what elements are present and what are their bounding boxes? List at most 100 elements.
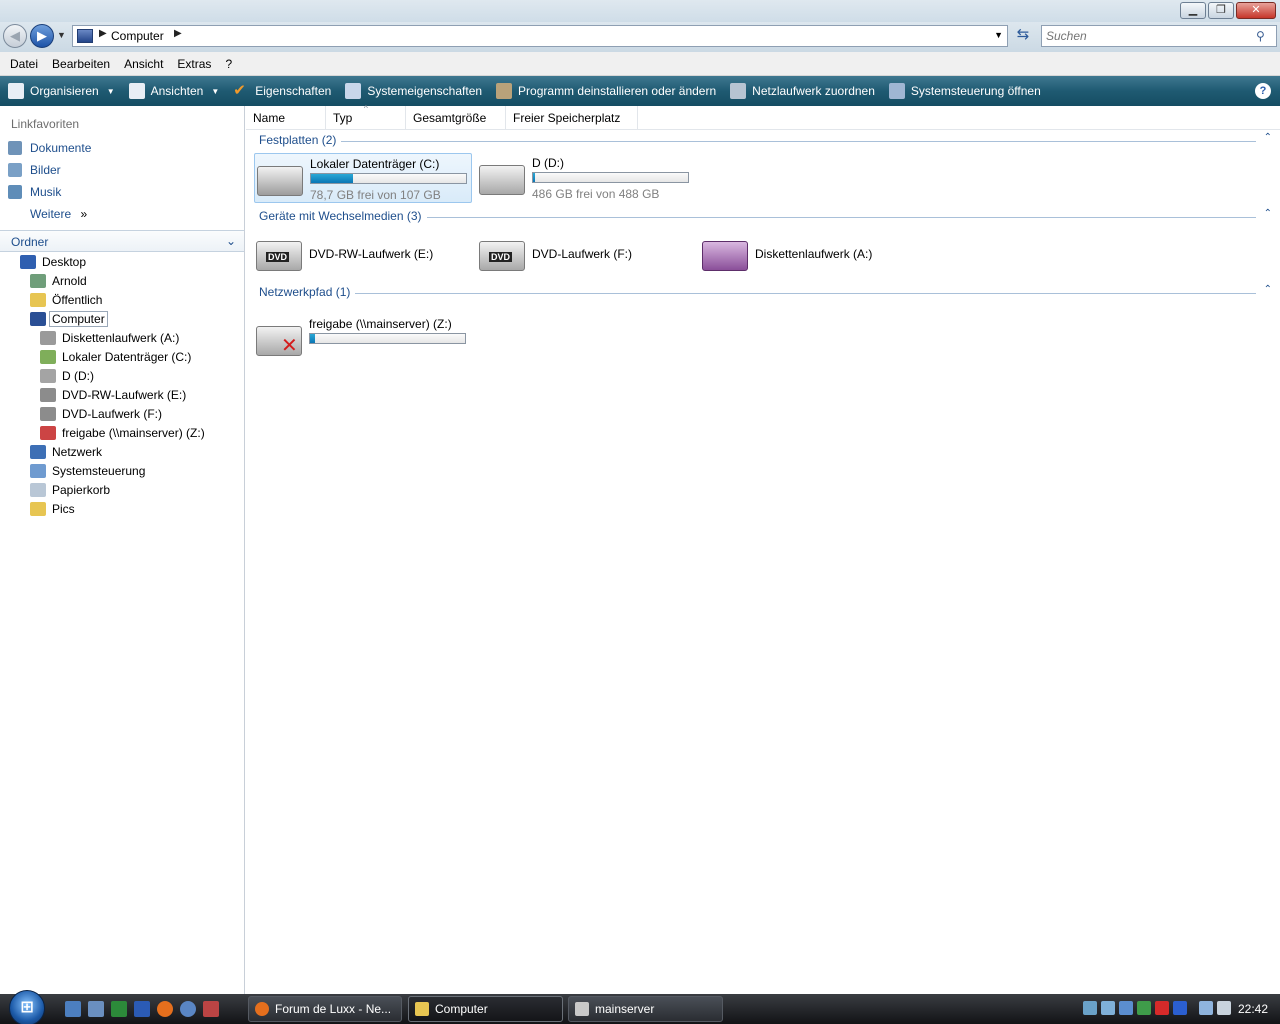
- group-removable-storage[interactable]: Geräte mit Wechselmedien (3) ⌃: [246, 208, 1280, 225]
- tray-app-icon[interactable]: [1083, 1001, 1097, 1015]
- tree-item-pics[interactable]: Pics: [30, 500, 75, 518]
- word-icon[interactable]: [134, 1001, 150, 1017]
- floppy-drive-icon: [702, 241, 748, 271]
- tree-item-control-panel[interactable]: Systemsteuerung: [30, 462, 145, 480]
- tree-item-drive-f[interactable]: DVD-Laufwerk (F:): [40, 405, 162, 423]
- minimize-button[interactable]: ▁: [1180, 2, 1206, 19]
- tree-item-arnold[interactable]: Arnold: [30, 272, 87, 290]
- tree-item-drive-c[interactable]: Lokaler Datenträger (C:): [40, 348, 191, 366]
- firefox-icon[interactable]: [157, 1001, 173, 1017]
- firefox-icon: [255, 1002, 269, 1016]
- switch-windows-icon[interactable]: [88, 1001, 104, 1017]
- menu-tools[interactable]: Extras: [170, 57, 218, 71]
- menu-view[interactable]: Ansicht: [117, 57, 170, 71]
- tree-item-drive-e[interactable]: DVD-RW-Laufwerk (E:): [40, 386, 186, 404]
- drive-tile-e[interactable]: DVD-RW-Laufwerk (E:): [254, 229, 472, 279]
- collapse-group-icon[interactable]: ⌃: [1264, 284, 1272, 295]
- drive-tile-c[interactable]: Lokaler Datenträger (C:) 78,7 GB frei vo…: [254, 153, 472, 203]
- group-network-location[interactable]: Netzwerkpfad (1) ⌃: [246, 284, 1280, 301]
- column-header-total-size[interactable]: Gesamtgröße: [406, 106, 506, 130]
- taskbar-button-mainserver[interactable]: mainserver: [568, 996, 723, 1022]
- recent-pages-dropdown[interactable]: ▼: [57, 30, 66, 40]
- menu-file[interactable]: Datei: [3, 57, 45, 71]
- drive-tile-d[interactable]: D (D:) 486 GB frei von 488 GB: [477, 153, 695, 203]
- folder-icon: [30, 293, 46, 307]
- search-input[interactable]: [1046, 28, 1246, 44]
- tray-app-icon[interactable]: [1101, 1001, 1115, 1015]
- menu-help[interactable]: ?: [218, 57, 239, 71]
- taskbar-button-firefox[interactable]: Forum de Luxx - Ne...: [248, 996, 402, 1022]
- tree-item-drive-z[interactable]: freigabe (\\mainserver) (Z:): [40, 424, 205, 442]
- computer-icon: [77, 29, 93, 43]
- folders-header[interactable]: Ordner ⌄: [0, 230, 244, 252]
- windows-drive-icon: [257, 166, 303, 196]
- properties-button[interactable]: ✔ Eigenschaften: [233, 83, 331, 99]
- drive-name: D (D:): [532, 156, 564, 170]
- collapse-group-icon[interactable]: ⌃: [1264, 208, 1272, 219]
- favorite-music[interactable]: Musik: [8, 183, 61, 201]
- drive-name: Lokaler Datenträger (C:): [310, 157, 440, 171]
- search-icon[interactable]: ⚲: [1256, 29, 1270, 43]
- group-hard-drives[interactable]: Festplatten (2) ⌃: [246, 132, 1280, 149]
- map-network-drive-button[interactable]: Netzlaufwerk zuordnen: [730, 83, 875, 99]
- organize-icon: [8, 83, 24, 99]
- tree-item-desktop[interactable]: Desktop: [20, 253, 86, 271]
- dvd-drive-icon: [40, 388, 56, 402]
- thunderbird-icon[interactable]: [180, 1001, 196, 1017]
- breadcrumb-computer[interactable]: Computer: [111, 29, 164, 43]
- views-button[interactable]: Ansichten ▼: [128, 83, 219, 99]
- breadcrumb-separator-icon[interactable]: ▶: [174, 28, 182, 39]
- uninstall-program-button[interactable]: Programm deinstallieren oder ändern: [496, 83, 716, 99]
- tree-item-recycle-bin[interactable]: Papierkorb: [30, 481, 110, 499]
- drive-tile-z[interactable]: freigabe (\\mainserver) (Z:): [254, 314, 472, 364]
- back-button[interactable]: ◀: [3, 24, 27, 48]
- more-favorites-link[interactable]: Weitere »: [30, 207, 87, 221]
- breadcrumb-separator-icon[interactable]: ▶: [99, 28, 107, 39]
- help-icon[interactable]: ?: [1255, 83, 1271, 99]
- open-control-panel-button[interactable]: Systemsteuerung öffnen: [888, 83, 1041, 99]
- antivirus-icon[interactable]: [1155, 1001, 1169, 1015]
- show-desktop-icon[interactable]: [65, 1001, 81, 1017]
- favorite-pictures[interactable]: Bilder: [8, 161, 61, 179]
- tool-icon[interactable]: [203, 1001, 219, 1017]
- excel-icon[interactable]: [111, 1001, 127, 1017]
- tree-item-network[interactable]: Netzwerk: [30, 443, 102, 461]
- drive-tile-f[interactable]: DVD-Laufwerk (F:): [477, 229, 695, 279]
- column-header-free-space[interactable]: Freier Speicherplatz: [506, 106, 638, 130]
- title-bar: ▁ ❐ ✕: [0, 0, 1280, 22]
- system-properties-icon: [345, 83, 362, 99]
- media-icon[interactable]: [1173, 1001, 1187, 1015]
- tray-app-icon[interactable]: [1137, 1001, 1151, 1015]
- menu-edit[interactable]: Bearbeiten: [45, 57, 117, 71]
- user-folder-icon: [30, 274, 46, 288]
- system-properties-button[interactable]: Systemeigenschaften: [345, 83, 482, 99]
- organize-button[interactable]: Organisieren ▼: [8, 83, 115, 99]
- taskbar-button-computer[interactable]: Computer: [408, 996, 563, 1022]
- collapse-group-icon[interactable]: ⌃: [1264, 132, 1272, 143]
- views-icon: [128, 83, 145, 99]
- maximize-button[interactable]: ❐: [1208, 2, 1234, 19]
- clock[interactable]: 22:42: [1238, 1002, 1268, 1016]
- tree-item-floppy[interactable]: Diskettenlaufwerk (A:): [40, 329, 179, 347]
- search-box[interactable]: ⚲: [1041, 25, 1277, 47]
- usage-bar: [309, 333, 466, 344]
- hard-drive-icon: [40, 369, 56, 383]
- forward-button[interactable]: ▶: [30, 24, 54, 48]
- tray-tool-icon[interactable]: [1119, 1001, 1133, 1015]
- refresh-icon[interactable]: ⇆: [1012, 26, 1034, 46]
- close-button[interactable]: ✕: [1236, 2, 1276, 19]
- start-button[interactable]: ⊞: [9, 990, 45, 1024]
- favorite-links-heading: Linkfavoriten: [11, 117, 80, 131]
- network-tray-icon[interactable]: [1199, 1001, 1213, 1015]
- drive-tile-a[interactable]: Diskettenlaufwerk (A:): [700, 229, 918, 279]
- favorite-documents[interactable]: Dokumente: [8, 139, 91, 157]
- tree-item-computer[interactable]: Computer: [30, 310, 108, 328]
- volume-icon[interactable]: [1217, 1001, 1231, 1015]
- tree-item-drive-d[interactable]: D (D:): [40, 367, 94, 385]
- address-bar[interactable]: ▶ Computer ▶ ▼: [72, 25, 1008, 47]
- column-header-name[interactable]: Name: [246, 106, 326, 130]
- tree-item-public[interactable]: Öffentlich: [30, 291, 102, 309]
- map-network-drive-icon: [730, 83, 747, 99]
- computer-icon: [30, 312, 46, 326]
- address-dropdown-icon[interactable]: ▼: [994, 30, 1003, 40]
